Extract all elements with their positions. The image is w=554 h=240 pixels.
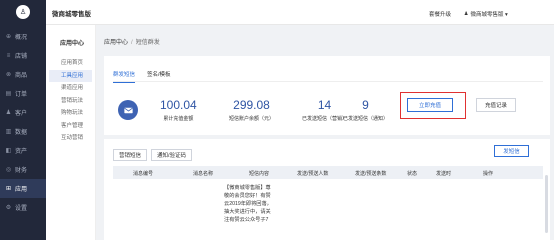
sms-type-filter: 营销短信 通知/验证码 <box>113 149 196 161</box>
store-icon: ≡ <box>6 52 11 59</box>
stat-label: 已发送短信（营销） <box>302 116 348 122</box>
filter-notification-sms[interactable]: 通知/验证码 <box>151 149 193 161</box>
product-icon: ⊗ <box>5 72 12 78</box>
nav-item-label: 应用 <box>15 187 28 193</box>
stat-label: 累计充值金额 <box>163 116 194 122</box>
nav-item-label: 概况 <box>15 35 28 41</box>
stat-notification-sent: 9 已发送短信（通知） <box>343 98 388 122</box>
logo-icon[interactable]: ♙ <box>16 5 30 19</box>
sms-content-line: 抽大奖进行中，请关 <box>224 209 271 215</box>
message-icon <box>118 100 138 120</box>
stat-label: 已发送短信（通知） <box>343 116 389 122</box>
subnav-item-app-home[interactable]: 应用首页 <box>46 57 95 70</box>
nav-item-label: 数据 <box>15 130 28 136</box>
sms-content-line: 【微商城零售版】尊 <box>224 185 271 191</box>
apps-icon: ⊞ <box>5 186 12 192</box>
nav-item-label: 资产 <box>15 149 28 155</box>
filter-marketing-sms[interactable]: 营销短信 <box>113 149 148 161</box>
breadcrumb-root[interactable]: 应用中心 <box>104 40 128 46</box>
stat-label: 短信账户余额（元） <box>229 116 275 122</box>
secondary-sidebar-title: 应用中心 <box>60 41 85 47</box>
top-header: 微商城零售版 套餐升级 ♟ 微商城零售版 ▾ <box>46 0 554 25</box>
store-name: 微商城零售版 <box>52 11 91 18</box>
nav-item-finance[interactable]: ◎ 财务 <box>0 160 46 179</box>
secondary-sidebar: 应用中心 应用首页 工具应用 渠道应用 营销玩法 购物玩法 客户管理 互动营销 <box>46 25 96 240</box>
upgrade-link[interactable]: 套餐升级 <box>429 10 451 18</box>
column-header: 发送/预送人数 <box>297 171 329 177</box>
send-sms-button[interactable]: 发短信 <box>494 145 529 157</box>
stat-sms-balance: 299.08 短信账户余额（元） <box>229 98 274 122</box>
user-name: 微商城零售版 ▾ <box>470 12 508 18</box>
gear-icon: ⚙ <box>5 205 12 211</box>
stat-value: 100.04 <box>160 98 197 112</box>
nav-item-assets[interactable]: ◧ 资产 <box>0 141 46 160</box>
recharge-records-button[interactable]: 充值记录 <box>476 98 516 112</box>
subnav-item-tool-apps[interactable]: 工具应用 <box>49 69 92 82</box>
nav-item-apps[interactable]: ⊞ 应用 <box>0 179 46 198</box>
column-header: 消息编号 <box>133 171 154 177</box>
sms-summary-card: 群发短信 签名/模板 100.04 累计充值金额 299.08 短信账户余额（元… <box>104 56 550 135</box>
column-header: 状态 <box>407 171 418 177</box>
column-header: 消息名称 <box>193 171 214 177</box>
column-header: 短信内容 <box>249 171 270 177</box>
data-icon: ▥ <box>5 129 12 135</box>
main-sidebar: ♙ ⊕ 概况 ≡ 店铺 ⊗ 商品 ▤ 订单 ♟ 客户 ▥ 数据 ◧ 资产 ◎ 财务 ⊞ 应用 ⚙ 设… <box>0 0 46 240</box>
column-header: 操作 <box>483 171 494 177</box>
breadcrumb-separator: / <box>131 40 133 46</box>
nav-item-orders[interactable]: ▤ 订单 <box>0 84 46 103</box>
customer-icon: ♟ <box>5 110 12 116</box>
stat-value: 299.08 <box>233 98 270 112</box>
table-scrollbar[interactable] <box>545 175 548 233</box>
sms-content-line: 敬的会员您好！有赞 <box>224 193 271 199</box>
sms-list-card: 营销短信 通知/验证码 发短信 消息编号 消息名称 短信内容 发送/预送人数 发… <box>104 139 550 240</box>
breadcrumb: 应用中心 / 短信群发 <box>104 37 160 46</box>
subnav-item-marketing[interactable]: 营销玩法 <box>46 95 95 108</box>
breadcrumb-current: 短信群发 <box>135 40 160 46</box>
stat-value: 14 <box>317 98 332 112</box>
assets-icon: ◧ <box>5 148 12 154</box>
nav-item-label: 店铺 <box>15 54 28 60</box>
stat-marketing-sent: 14 已发送短信（营销） <box>302 98 347 122</box>
nav-item-data[interactable]: ▥ 数据 <box>0 122 46 141</box>
nav-item-label: 订单 <box>15 92 28 98</box>
subnav-item-customer-mgmt[interactable]: 客户管理 <box>46 120 95 133</box>
sms-content-line: 云2019年即将回落， <box>224 201 272 207</box>
user-menu[interactable]: ♟ 微商城零售版 ▾ <box>464 10 508 18</box>
order-icon: ▤ <box>5 91 12 97</box>
user-icon: ♟ <box>464 11 469 17</box>
sms-content-line: 注有赞云公众号子7 <box>224 217 269 223</box>
nav-item-customers[interactable]: ♟ 客户 <box>0 103 46 122</box>
nav-item-label: 商品 <box>15 73 28 79</box>
nav-item-label: 设置 <box>15 206 28 212</box>
nav-item-store[interactable]: ≡ 店铺 <box>0 46 46 65</box>
subnav-item-shopping[interactable]: 购物玩法 <box>46 107 95 120</box>
nav-item-label: 客户 <box>15 111 28 117</box>
finance-icon: ◎ <box>5 167 12 173</box>
recharge-button[interactable]: 立即充值 <box>407 98 453 112</box>
table-row: 【微商城零售版】尊 敬的会员您好！有赞 云2019年即将回落， 抽大奖进行中，请… <box>224 184 280 224</box>
subnav-item-interactive[interactable]: 互动营销 <box>46 132 95 145</box>
nav-item-label: 财务 <box>15 168 28 174</box>
stat-total-recharge: 100.04 累计充值金额 <box>160 98 197 122</box>
dashboard-icon: ⊕ <box>5 34 12 40</box>
nav-item-products[interactable]: ⊗ 商品 <box>0 65 46 84</box>
stat-value: 9 <box>362 98 369 112</box>
subnav-item-channel-apps[interactable]: 渠道应用 <box>46 82 95 95</box>
table-header: 消息编号 消息名称 短信内容 发送/预送人数 发送/预送条数 状态 发送时 操作 <box>113 166 543 179</box>
column-header: 发送时 <box>436 171 452 177</box>
column-header: 发送/预送条数 <box>355 171 387 177</box>
nav-item-overview[interactable]: ⊕ 概况 <box>0 27 46 46</box>
nav-item-settings[interactable]: ⚙ 设置 <box>0 198 46 217</box>
tab-divider <box>113 81 543 82</box>
